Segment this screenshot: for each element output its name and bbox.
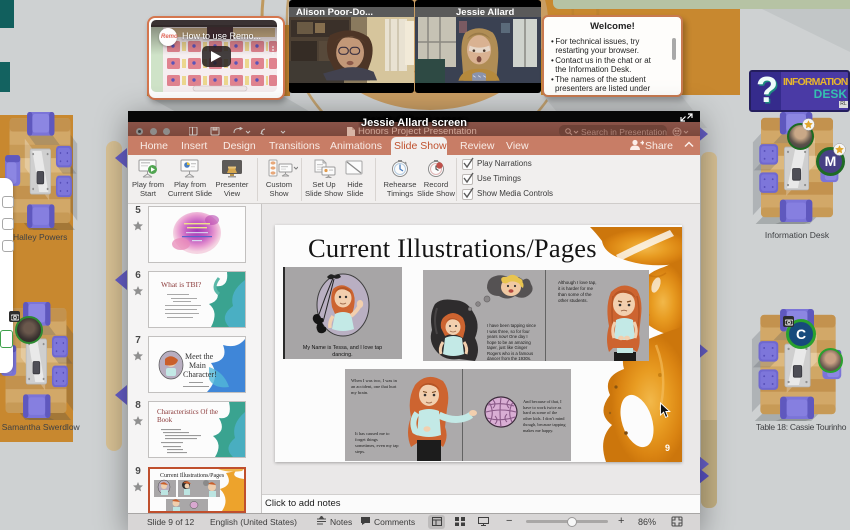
svg-text:Current Illustrations/Pages: Current Illustrations/Pages [160, 473, 225, 479]
svg-text:Characteristics Of the: Characteristics Of the [157, 408, 218, 416]
svg-text:Book: Book [157, 416, 173, 424]
svg-text:Character!: Character! [183, 370, 217, 379]
svg-text:What is TBI?: What is TBI? [161, 280, 202, 289]
svg-text:Meet the: Meet the [185, 352, 214, 361]
svg-text:Main: Main [189, 361, 206, 370]
